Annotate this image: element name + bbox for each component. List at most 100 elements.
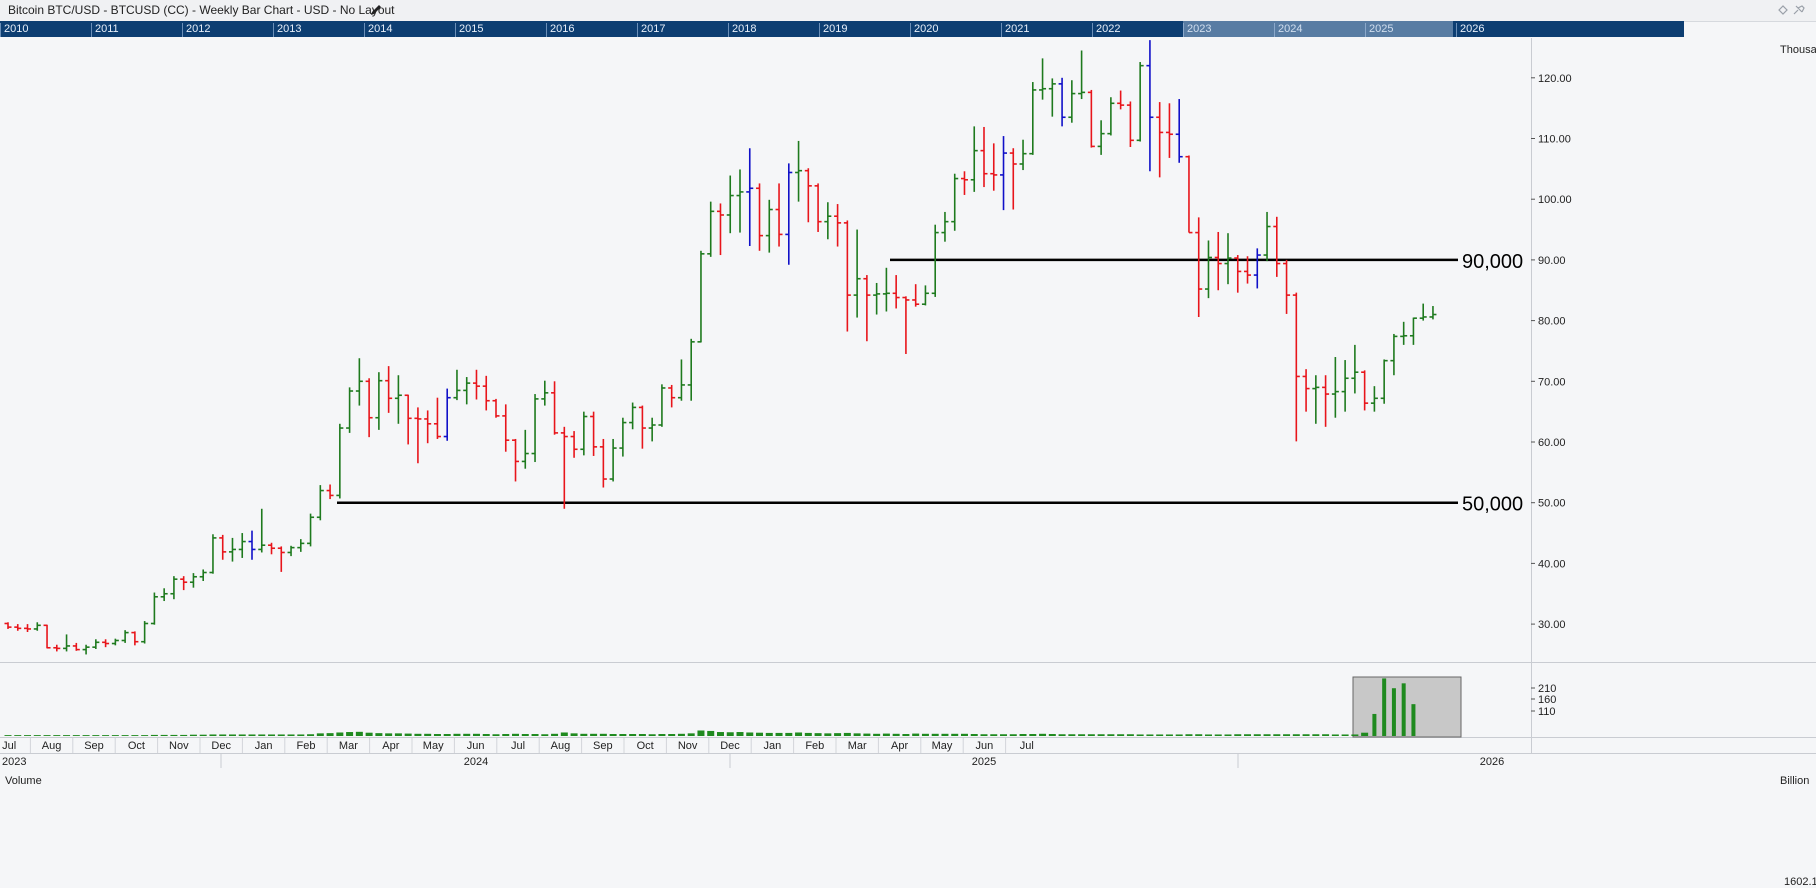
- volume-bar: [228, 734, 236, 736]
- ohlc-bar: [1322, 375, 1330, 427]
- volume-bar: [1078, 734, 1086, 736]
- month-tick-label: Nov: [678, 740, 698, 752]
- volume-bar: [1292, 734, 1300, 736]
- year-label: 2025: [972, 756, 996, 768]
- volume-bar: [853, 733, 861, 736]
- volume-tick-label: 110: [1538, 706, 1556, 718]
- ohlc-bar: [14, 624, 22, 631]
- ohlc-bar: [912, 284, 920, 307]
- ohlc-bar: [1175, 99, 1183, 163]
- ohlc-bar: [687, 338, 695, 401]
- volume-bar: [326, 733, 334, 736]
- ohlc-bar: [599, 438, 607, 488]
- ohlc-bar: [1312, 375, 1320, 424]
- volume-bar: [804, 732, 812, 736]
- volume-bar: [219, 734, 227, 736]
- y-axis-tick-label: 80.00: [1538, 316, 1566, 328]
- volume-bar: [677, 733, 685, 736]
- volume-bar: [1058, 734, 1066, 736]
- volume-bar: [697, 730, 705, 736]
- ohlc-bar: [1078, 50, 1086, 100]
- ohlc-bar: [1165, 103, 1173, 158]
- volume-bar: [141, 735, 149, 736]
- ohlc-bar: [1302, 369, 1310, 412]
- month-tick-label: Dec: [720, 740, 740, 752]
- volume-bar: [346, 732, 354, 736]
- ohlc-bar: [765, 199, 773, 253]
- volume-panel-label: Volume: [5, 775, 42, 787]
- volume-bar: [1382, 678, 1387, 736]
- ohlc-bar: [726, 175, 734, 234]
- volume-bar: [1175, 734, 1183, 736]
- volume-bar: [1391, 688, 1396, 736]
- volume-bar: [336, 732, 344, 736]
- ohlc-bar: [72, 642, 80, 651]
- ohlc-bar: [492, 398, 500, 418]
- ohlc-bar: [1087, 89, 1095, 148]
- volume-bar: [502, 734, 510, 736]
- volume-bar: [1204, 734, 1212, 736]
- ohlc-bar: [795, 140, 803, 202]
- price-chart[interactable]: 90,000 50,000 120.00 110.00 100.00 90.00 80.0…: [0, 0, 1816, 888]
- volume-bar: [912, 733, 920, 736]
- ohlc-bar: [316, 485, 324, 521]
- ohlc-bar: [4, 622, 12, 629]
- bottom-readout: 1602.1: [1784, 876, 1816, 888]
- ohlc-bar: [668, 384, 676, 408]
- volume-bar: [1087, 734, 1095, 736]
- month-tick-label: Nov: [169, 740, 189, 752]
- ohlc-bar: [277, 546, 285, 572]
- ohlc-bar: [716, 203, 724, 256]
- volume-bar: [131, 735, 139, 736]
- volume-bar: [1234, 734, 1242, 736]
- ohlc-bar: [843, 220, 851, 332]
- ohlc-bar: [365, 378, 373, 438]
- volume-bar: [316, 733, 324, 736]
- y-axis-tick-label: 60.00: [1538, 437, 1566, 449]
- ohlc-bar: [121, 630, 129, 643]
- month-tick-label: Jan: [255, 740, 273, 752]
- volume-bar: [1136, 734, 1144, 736]
- ohlc-bar: [882, 267, 890, 312]
- month-tick-label: Mar: [848, 740, 867, 752]
- volume-bar: [492, 734, 500, 736]
- year-label: 2024: [464, 756, 488, 768]
- volume-bar: [668, 734, 676, 736]
- ohlc-bar: [785, 163, 793, 265]
- volume-bar: [1312, 734, 1320, 736]
- volume-bar: [375, 733, 383, 736]
- ohlc-bar: [1097, 120, 1105, 155]
- volume-bar: [248, 734, 256, 736]
- ohlc-bar: [531, 394, 539, 463]
- volume-bar: [1244, 734, 1252, 736]
- volume-bar: [882, 733, 890, 736]
- volume-bar: [746, 732, 754, 736]
- ohlc-bar: [482, 375, 490, 411]
- month-tick-label: Jul: [2, 740, 16, 752]
- volume-bar: [1214, 734, 1222, 736]
- volume-bar: [1165, 734, 1173, 736]
- volume-tick-label: 160: [1538, 694, 1556, 706]
- ohlc-bar: [92, 639, 100, 649]
- volume-zoom-box: [1352, 676, 1462, 738]
- volume-bar: [590, 733, 598, 736]
- volume-bar: [307, 734, 315, 736]
- y-axis-tick-label: 100.00: [1538, 194, 1572, 206]
- volume-bar: [1048, 734, 1056, 736]
- month-tick-label: May: [932, 740, 953, 752]
- ohlc-bar: [394, 375, 402, 424]
- volume-bar: [756, 732, 764, 736]
- ohlc-bar: [990, 143, 998, 191]
- volume-bar: [355, 731, 363, 736]
- volume-bar: [385, 733, 393, 736]
- volume-bar: [902, 734, 910, 736]
- ohlc-bar: [902, 296, 910, 354]
- volume-bar: [1361, 732, 1369, 736]
- volume-bar: [1322, 734, 1330, 736]
- ohlc-bar: [1136, 62, 1144, 142]
- volume-bar: [14, 735, 22, 736]
- volume-bar: [463, 733, 471, 736]
- ohlc-bar: [141, 621, 149, 644]
- volume-bar: [687, 733, 695, 736]
- month-tick-label: Feb: [297, 740, 316, 752]
